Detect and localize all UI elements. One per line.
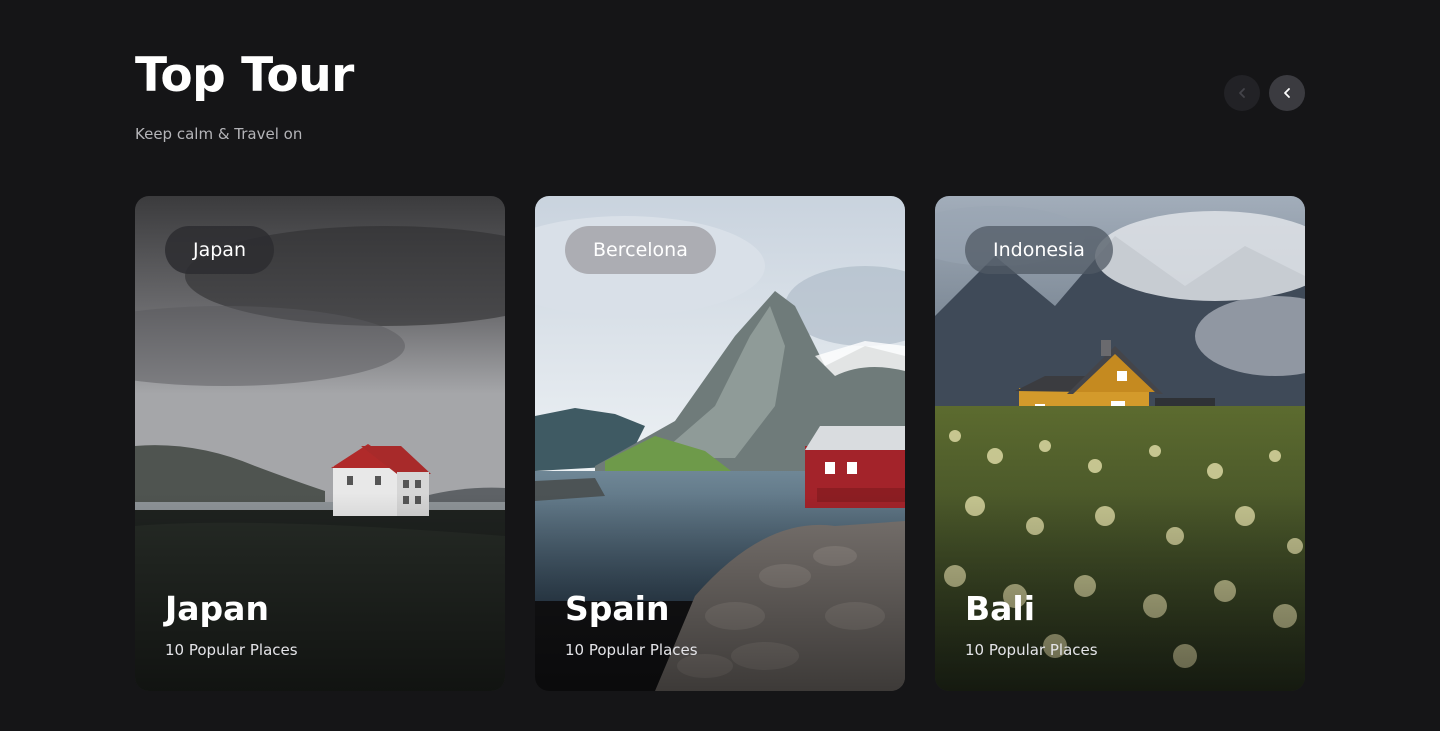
- top-tour-section: Top Tour Keep calm & Travel on Japan Jap…: [0, 0, 1440, 731]
- tour-card-spain[interactable]: Bercelona Spain 10 Popular Places: [535, 196, 905, 691]
- tour-card-bali[interactable]: Indonesia Bali 10 Popular Places: [935, 196, 1305, 691]
- card-subtitle: 10 Popular Places: [565, 641, 698, 659]
- chevron-left-icon: [1239, 88, 1245, 98]
- card-title: Japan: [165, 589, 269, 628]
- card-title: Bali: [965, 589, 1036, 628]
- card-subtitle: 10 Popular Places: [965, 641, 1098, 659]
- section-title: Top Tour: [135, 48, 354, 103]
- card-subtitle: 10 Popular Places: [165, 641, 298, 659]
- chevron-left-icon: [1284, 88, 1290, 98]
- carousel-next-button[interactable]: [1269, 75, 1305, 111]
- carousel-prev-button[interactable]: [1224, 75, 1260, 111]
- card-title: Spain: [565, 589, 670, 628]
- section-subtitle: Keep calm & Travel on: [135, 125, 303, 143]
- card-tag: Indonesia: [965, 226, 1113, 274]
- tour-card-japan[interactable]: Japan Japan 10 Popular Places: [135, 196, 505, 691]
- card-tag: Japan: [165, 226, 274, 274]
- card-tag: Bercelona: [565, 226, 716, 274]
